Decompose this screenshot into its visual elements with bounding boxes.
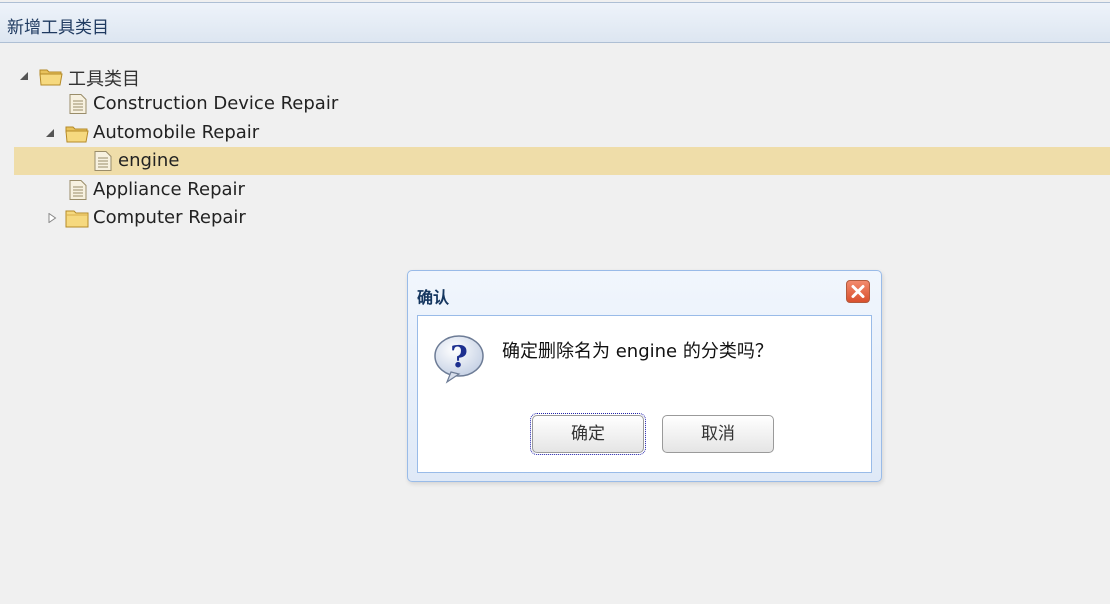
expanded-arrow-icon[interactable] [19,71,29,81]
collapsed-arrow-icon[interactable] [47,213,57,223]
file-icon [69,180,87,200]
tree-node-label: 工具类目 [68,69,140,90]
panel-header: 新增工具类目 [0,2,1110,43]
tree-node-engine[interactable]: engine [14,147,1110,175]
file-icon [69,94,87,114]
cancel-button[interactable]: 取消 [662,415,774,453]
file-icon [94,151,112,171]
tree-node-construction-device-repair[interactable]: Construction Device Repair [14,90,1110,118]
svg-text:?: ? [450,340,468,375]
question-icon: ? [434,335,484,384]
confirm-dialog: 确认 ? 确定删除名为 engine 的分类吗？ 确定 取消 [407,270,882,482]
tree-node-label: Computer Repair [93,207,246,228]
tree-node-label: engine [118,150,180,171]
tree-node-label: Construction Device Repair [93,93,339,114]
panel-title: 新增工具类目 [7,18,109,38]
dialog-body: ? 确定删除名为 engine 的分类吗？ 确定 取消 [417,315,872,473]
tree-node-root[interactable]: 工具类目 [14,62,1110,90]
tree-node-appliance-repair[interactable]: Appliance Repair [14,176,1110,204]
close-button[interactable] [846,280,870,303]
tree-node-automobile-repair[interactable]: Automobile Repair [14,119,1110,147]
tree-node-label: Automobile Repair [93,122,260,143]
dialog-title: 确认 [417,288,450,307]
tree-node-label: Appliance Repair [93,179,245,200]
dialog-message: 确定删除名为 engine 的分类吗？ [502,341,773,362]
ok-button[interactable]: 确定 [530,413,646,455]
tree-node-computer-repair[interactable]: Computer Repair [14,204,1110,232]
folder-open-icon [65,126,89,143]
close-icon[interactable] [847,281,869,302]
expanded-arrow-icon[interactable] [45,128,55,138]
folder-closed-icon [65,210,89,228]
folder-open-icon [39,69,63,86]
